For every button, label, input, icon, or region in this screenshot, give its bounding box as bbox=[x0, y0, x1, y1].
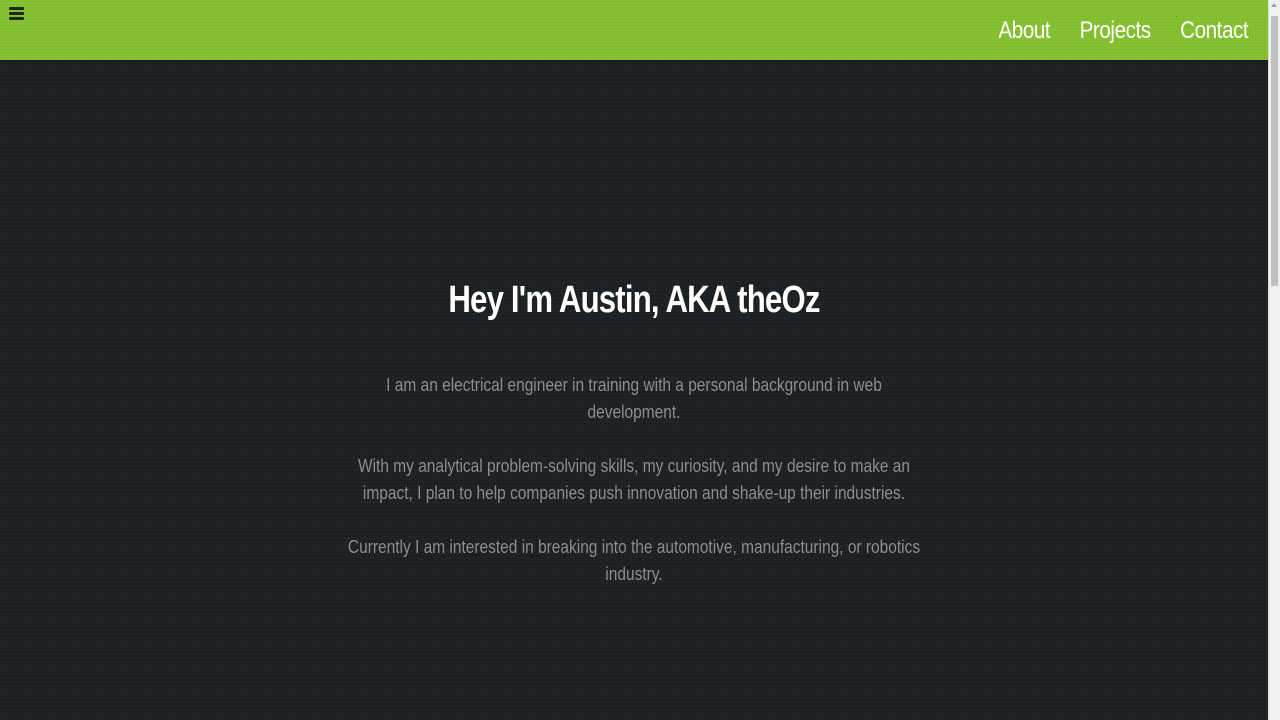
scrollbar-thumb[interactable] bbox=[1271, 16, 1278, 286]
nav-link-contact[interactable]: Contact bbox=[1180, 14, 1249, 48]
intro-paragraph-2: With my analytical problem-solving skill… bbox=[357, 456, 911, 503]
scroll-up-arrow-icon[interactable] bbox=[1271, 3, 1277, 7]
menu-line bbox=[9, 7, 24, 10]
page: About Projects Contact Hey I'm Austin, A… bbox=[0, 0, 1280, 720]
vertical-scrollbar[interactable] bbox=[1268, 0, 1280, 720]
main-nav: About Projects Contact bbox=[990, 14, 1248, 48]
menu-line bbox=[9, 17, 24, 20]
hamburger-menu-icon[interactable] bbox=[9, 6, 25, 20]
intro-paragraph-3: Currently I am interested in breaking in… bbox=[347, 537, 921, 584]
top-navigation-bar: About Projects Contact bbox=[0, 0, 1268, 60]
hero-section: Hey I'm Austin, AKA theOz bbox=[0, 272, 1268, 328]
menu-line bbox=[9, 12, 24, 15]
nav-link-about[interactable]: About bbox=[998, 14, 1050, 48]
intro-text: I am an electrical engineer in training … bbox=[290, 372, 978, 615]
intro-paragraph-1: I am an electrical engineer in training … bbox=[386, 375, 882, 422]
nav-link-projects[interactable]: Projects bbox=[1080, 14, 1152, 48]
hero-heading: Hey I'm Austin, AKA theOz bbox=[448, 279, 820, 321]
